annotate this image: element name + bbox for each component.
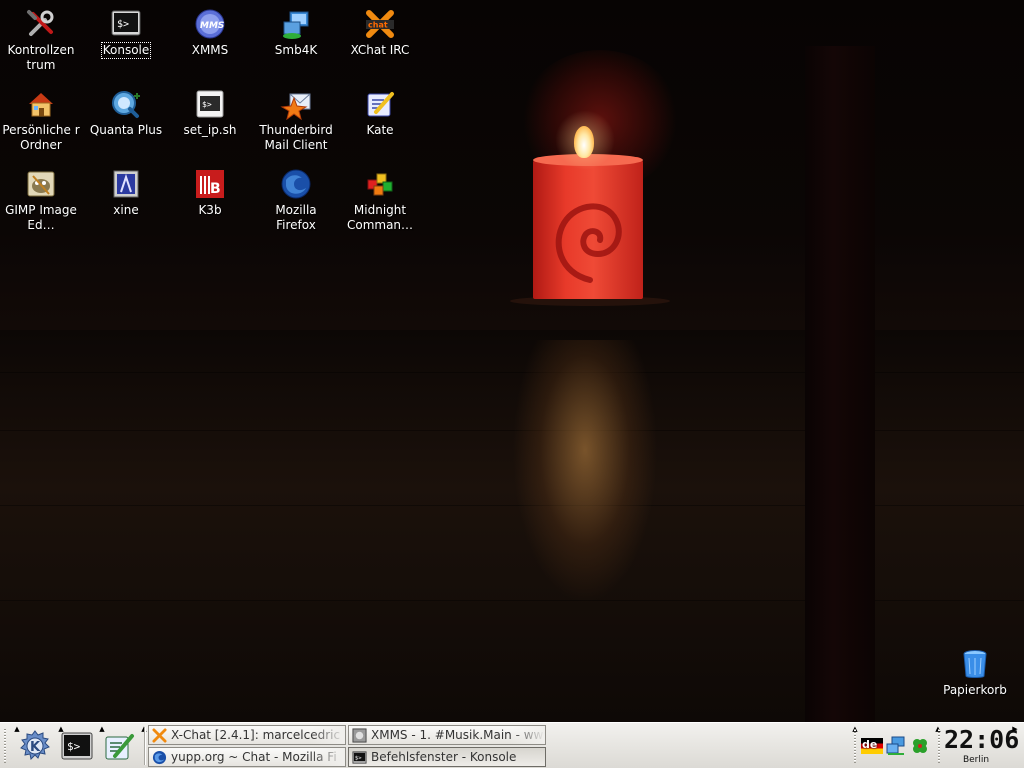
desktop-icon-xchat[interactable]: chat XChat IRC bbox=[339, 8, 421, 58]
keyboard-layout-label: de bbox=[862, 738, 878, 751]
svg-text:B: B bbox=[210, 181, 221, 197]
clock-time: 22:06 bbox=[944, 725, 1020, 754]
panel-end-arrow-icon[interactable]: ▶ bbox=[1010, 725, 1020, 733]
trash-icon bbox=[963, 650, 987, 678]
desktop-icon-label: Konsole bbox=[100, 42, 152, 59]
task-label: Befehlsfenster - Konsole bbox=[371, 750, 517, 764]
gimp-icon bbox=[27, 171, 55, 197]
clover-icon[interactable] bbox=[910, 736, 930, 756]
k3b-icon: B bbox=[196, 170, 224, 198]
desktop-icon-label: Papierkorb bbox=[943, 683, 1007, 697]
desktop-icon-label: Kontrollzen trum bbox=[7, 43, 75, 72]
home-folder-icon bbox=[29, 93, 53, 117]
task-xmms[interactable]: XMMS - 1. #Musik.Main - www bbox=[348, 725, 546, 745]
desktop-icon-label: GIMP Image Ed… bbox=[5, 203, 77, 232]
desktop-icon-home-folder[interactable]: Persönliche r Ordner bbox=[0, 88, 82, 153]
desktop-icon-label: Persönliche r Ordner bbox=[2, 123, 80, 152]
svg-text:$>: $> bbox=[202, 100, 212, 109]
desktop-icon-thunderbird[interactable]: Thunderbird Mail Client bbox=[255, 88, 337, 153]
terminal-icon: $> bbox=[111, 10, 141, 36]
desktop-icon-label: Mozilla Firefox bbox=[275, 203, 317, 232]
desktop-icon-label: K3b bbox=[198, 203, 222, 217]
firefox-icon bbox=[281, 169, 311, 199]
svg-text:$>: $> bbox=[67, 740, 81, 753]
clock-timezone: Berlin bbox=[962, 755, 990, 765]
svg-text:MMS: MMS bbox=[200, 21, 224, 31]
desktop-icon-xmms[interactable]: MMS XMMS bbox=[169, 8, 251, 58]
desktop-icon-k3b[interactable]: B K3b bbox=[169, 168, 251, 218]
desktop-icon-kate[interactable]: Kate bbox=[339, 88, 421, 138]
desktop-icon-konsole[interactable]: $> Konsole bbox=[85, 8, 167, 59]
desktop-icon-smb4k[interactable]: Smb4K bbox=[255, 8, 337, 58]
thunderbird-icon bbox=[280, 93, 311, 120]
xmms-icon bbox=[352, 728, 367, 743]
svg-text:K: K bbox=[30, 740, 41, 755]
task-firefox[interactable]: yupp.org ~ Chat - Mozilla Fi bbox=[148, 747, 346, 767]
midnight-commander-icon bbox=[367, 173, 393, 196]
desktop-icon-gimp[interactable]: GIMP Image Ed… bbox=[0, 168, 82, 233]
desktop-icon-label: Midnight Comman… bbox=[346, 203, 414, 232]
candle-flame bbox=[574, 126, 594, 158]
quanta-icon bbox=[112, 91, 140, 118]
svg-text:chat: chat bbox=[368, 21, 388, 30]
desktop-icon-label: Thunderbird Mail Client bbox=[259, 123, 333, 152]
desktop-icon-xine[interactable]: xine bbox=[85, 168, 167, 218]
shell-script-icon: $> bbox=[196, 90, 224, 118]
tools-icon bbox=[27, 10, 54, 36]
keyboard-layout-de-icon[interactable]: de bbox=[861, 736, 883, 756]
kate-editor-icon bbox=[367, 92, 394, 117]
desktop-icon-label: Quanta Plus bbox=[89, 123, 163, 137]
task-label-fade bbox=[311, 748, 345, 766]
network-icon[interactable] bbox=[886, 736, 906, 756]
terminal-icon: $> bbox=[352, 751, 367, 764]
desktop-icon-label: Smb4K bbox=[274, 43, 318, 57]
desktop-icon-kontrollzentrum[interactable]: Kontrollzen trum bbox=[0, 8, 82, 73]
candle-reflection bbox=[470, 340, 700, 720]
desktop-icon-label: XMMS bbox=[191, 43, 229, 57]
xmms-icon: MMS bbox=[195, 9, 225, 39]
network-share-icon bbox=[283, 11, 309, 39]
panel-separator bbox=[144, 727, 146, 765]
kde-menu-icon[interactable]: K bbox=[17, 728, 53, 764]
svg-text:$>: $> bbox=[117, 19, 129, 30]
desktop-icon-label: xine bbox=[113, 203, 139, 217]
tray-handle[interactable] bbox=[852, 725, 858, 767]
desktop-icon-trash[interactable]: Papierkorb bbox=[934, 648, 1016, 698]
desktop-icon-quanta-plus[interactable]: Quanta Plus bbox=[85, 88, 167, 138]
desktop-icon-label: Kate bbox=[366, 123, 394, 137]
task-label-fade bbox=[511, 726, 545, 744]
firefox-icon bbox=[152, 750, 167, 765]
wallpaper-post bbox=[805, 46, 875, 722]
kde-panel: ▲ K ▲ $> ▲ ▲ X-Chat [2.4.1]: marcelcedri… bbox=[0, 722, 1024, 768]
svg-text:$>: $> bbox=[355, 755, 362, 761]
task-label-fade bbox=[311, 726, 345, 744]
task-xchat[interactable]: X-Chat [2.4.1]: marcelcedric bbox=[148, 725, 346, 745]
xchat-icon: chat bbox=[366, 10, 394, 38]
desktop-icon-label: XChat IRC bbox=[350, 43, 410, 57]
clock-handle[interactable] bbox=[936, 725, 942, 767]
kate-editor-icon[interactable] bbox=[101, 728, 137, 764]
task-konsole[interactable]: $> Befehlsfenster - Konsole bbox=[348, 747, 546, 767]
xine-icon bbox=[113, 170, 139, 198]
debian-swirl-logo bbox=[555, 203, 622, 283]
desktop-icon-label: set_ip.sh bbox=[183, 123, 237, 137]
desktop-icon-midnight-commander[interactable]: Midnight Comman… bbox=[339, 168, 421, 233]
terminal-icon[interactable]: $> bbox=[59, 728, 95, 764]
panel-handle[interactable] bbox=[2, 725, 8, 767]
desktop-icon-set-ip-script[interactable]: $> set_ip.sh bbox=[169, 88, 251, 138]
desktop-icon-firefox[interactable]: Mozilla Firefox bbox=[255, 168, 337, 233]
xchat-icon bbox=[152, 728, 167, 743]
clock[interactable]: 22:06 Berlin bbox=[944, 725, 1020, 767]
